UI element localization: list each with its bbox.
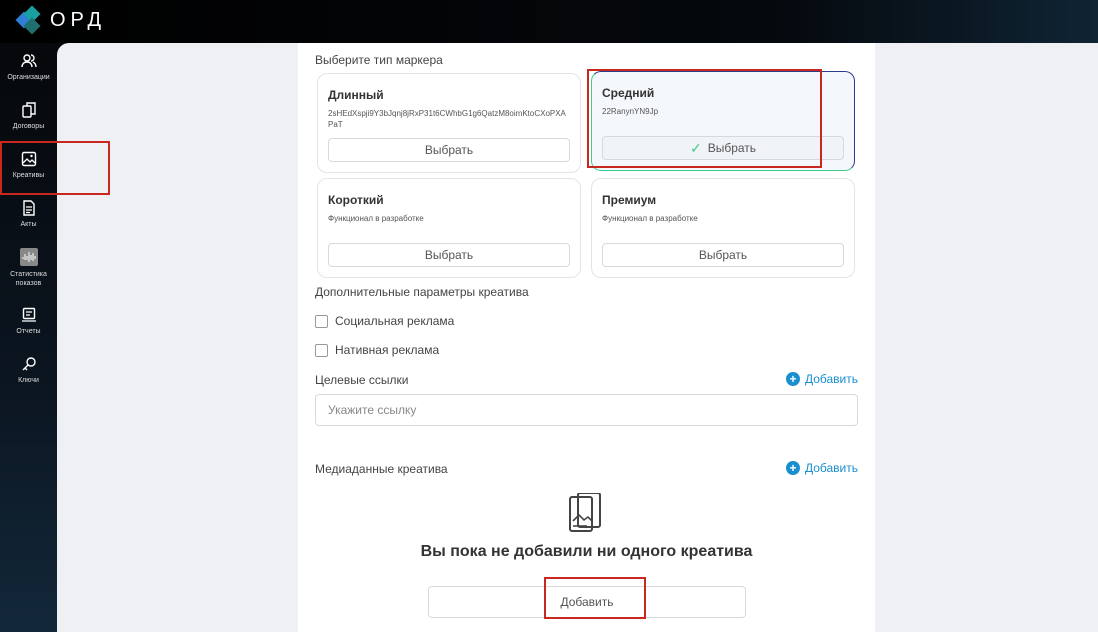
marker-card-long[interactable]: Длинный 2sHEdXspji9Y3bJqnj8jRxP31t6CWhbG… [317, 73, 581, 173]
users-icon [20, 54, 37, 68]
button-label: Выбрать [698, 248, 748, 262]
checkbox[interactable] [315, 314, 328, 328]
social-ad-checkbox[interactable]: Социальная реклама [315, 314, 454, 328]
empty-state-text: Вы пока не добавили ни одного креатива [420, 543, 753, 560]
marker-card-premium[interactable]: Премиум Функционал в разработке Выбрать [591, 178, 855, 278]
link-input-placeholder: Укажите ссылку [328, 403, 417, 417]
card-title: Короткий [328, 193, 384, 207]
sidebar-item-reports[interactable]: Отчеты [0, 297, 57, 346]
checkbox-label: Социальная реклама [335, 314, 455, 328]
sidebar-item-contracts[interactable]: Договоры [0, 92, 57, 141]
logo-icon [15, 5, 42, 35]
card-marker-value: 2sHEdXspji9Y3bJqnj8jRxP31t6CWhbG1g6QatzM… [328, 109, 566, 129]
extra-params-title: Дополнительные параметры креатива [315, 285, 529, 299]
highlight-creatives-nav [0, 141, 110, 195]
sidebar-item-label: Статистика показов [10, 271, 47, 287]
button-label: Выбрать [424, 143, 474, 157]
highlight-medium-card [587, 69, 822, 168]
button-label: Добавить [804, 461, 858, 475]
key-icon [22, 357, 36, 371]
select-button[interactable]: Выбрать [328, 138, 570, 162]
add-media-button[interactable]: + Добавить [785, 461, 858, 475]
top-bar: ОРД [0, 0, 1098, 43]
sidebar-item-label: Акты [20, 221, 37, 228]
card-title: Длинный [328, 88, 384, 102]
card-title: Премиум [602, 193, 657, 207]
logo-text: ОРД [50, 8, 107, 31]
link-input[interactable]: Укажите ссылку [315, 394, 858, 426]
target-links-title: Целевые ссылки [315, 373, 409, 387]
card-subtitle: Функционал в разработке [602, 214, 698, 223]
sidebar-item-keys[interactable]: Ключи [0, 346, 57, 395]
sidebar: Организации Договоры Креативы Акты Стати… [0, 43, 57, 395]
button-label: Добавить [804, 372, 858, 386]
marker-type-title: Выберите тип маркера [315, 53, 443, 67]
select-button[interactable]: Выбрать [328, 243, 570, 267]
highlight-add-button [544, 577, 646, 619]
card-subtitle: Функционал в разработке [328, 214, 424, 223]
plus-icon: + [785, 372, 800, 386]
sidebar-item-label: Организации [7, 74, 50, 81]
native-ad-checkbox[interactable]: Нативная реклама [315, 343, 439, 357]
report-icon [21, 307, 36, 322]
sidebar-item-acts[interactable]: Акты [0, 190, 57, 239]
statistics-icon [19, 248, 38, 266]
marker-card-short[interactable]: Короткий Функционал в разработке Выбрать [317, 178, 581, 278]
sidebar-item-organizations[interactable]: Организации [0, 43, 57, 92]
checkbox-label: Нативная реклама [335, 343, 440, 357]
sidebar-item-statistics[interactable]: Статистика показов [0, 239, 57, 297]
sidebar-item-label: Договоры [12, 123, 45, 130]
add-link-button[interactable]: + Добавить [785, 372, 858, 386]
empty-creatives-icon [569, 493, 601, 532]
plus-icon: + [785, 461, 800, 475]
documents-icon [21, 102, 36, 118]
select-button[interactable]: Выбрать [602, 243, 844, 267]
logo[interactable]: ОРД [15, 5, 107, 35]
sidebar-item-label: Отчеты [16, 328, 41, 335]
document-icon [22, 200, 35, 216]
media-title: Медиаданные креатива [315, 462, 448, 476]
sidebar-item-label: Ключи [18, 377, 39, 384]
button-label: Выбрать [424, 248, 474, 262]
checkbox[interactable] [315, 343, 328, 357]
